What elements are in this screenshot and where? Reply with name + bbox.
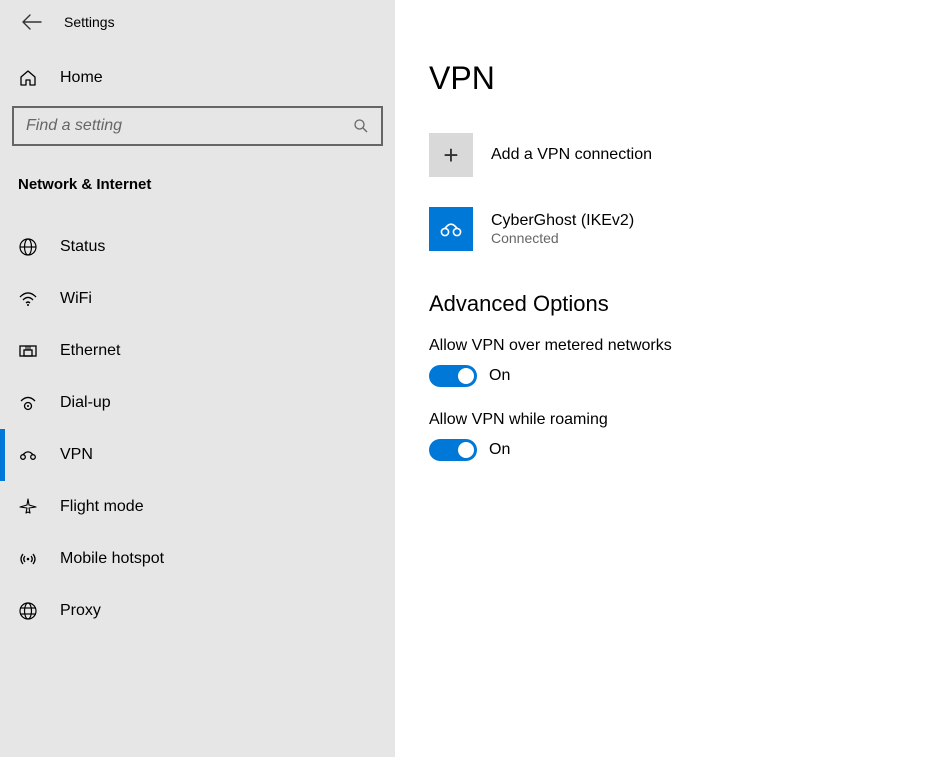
nav-label: WiFi	[60, 290, 92, 308]
vpn-connection-name: CyberGhost (IKEv2)	[491, 212, 634, 230]
plus-icon: +	[429, 133, 473, 177]
vpn-icon	[18, 445, 38, 465]
nav-label: Dial-up	[60, 394, 111, 412]
vpn-connection-status: Connected	[491, 230, 634, 246]
toggle-row-metered: On	[429, 365, 908, 387]
toggle-roaming[interactable]	[429, 439, 477, 461]
home-label: Home	[60, 69, 103, 87]
nav-label: Ethernet	[60, 342, 120, 360]
nav-label: Mobile hotspot	[60, 550, 164, 568]
toggle-state-metered: On	[489, 367, 510, 385]
toggle-metered[interactable]	[429, 365, 477, 387]
vpn-connection-icon	[429, 207, 473, 251]
back-arrow-icon[interactable]	[22, 14, 42, 30]
vpn-connection-text: CyberGhost (IKEv2) Connected	[491, 212, 634, 246]
option-label-roaming: Allow VPN while roaming	[429, 411, 908, 429]
wifi-icon	[18, 289, 38, 309]
nav-label: Flight mode	[60, 498, 144, 516]
search-icon	[353, 118, 369, 134]
dialup-icon	[18, 393, 38, 413]
flight-mode-icon	[18, 497, 38, 517]
home-icon	[18, 68, 38, 88]
hotspot-icon	[18, 549, 38, 569]
sidebar-item-wifi[interactable]: WiFi	[0, 273, 395, 325]
sidebar-header: Settings	[0, 8, 395, 46]
sidebar: Settings Home Network & Internet Status …	[0, 0, 395, 757]
sidebar-item-ethernet[interactable]: Ethernet	[0, 325, 395, 377]
nav-label: VPN	[60, 446, 93, 464]
toggle-state-roaming: On	[489, 441, 510, 459]
search-box[interactable]	[12, 106, 383, 146]
app-title: Settings	[64, 14, 115, 30]
sidebar-item-dialup[interactable]: Dial-up	[0, 377, 395, 429]
page-title: VPN	[429, 60, 908, 97]
sidebar-item-vpn[interactable]: VPN	[0, 429, 395, 481]
search-wrap	[12, 106, 383, 146]
sidebar-nav: Status WiFi Ethernet Dial-up VPN	[0, 221, 395, 637]
vpn-connection-item[interactable]: CyberGhost (IKEv2) Connected	[429, 207, 908, 251]
category-title: Network & Internet	[0, 166, 395, 207]
sidebar-item-status[interactable]: Status	[0, 221, 395, 273]
sidebar-item-home[interactable]: Home	[0, 46, 395, 106]
nav-label: Status	[60, 238, 105, 256]
proxy-icon	[18, 601, 38, 621]
add-vpn-button[interactable]: + Add a VPN connection	[429, 133, 908, 177]
globe-icon	[18, 237, 38, 257]
sidebar-item-proxy[interactable]: Proxy	[0, 585, 395, 637]
main-content: VPN + Add a VPN connection CyberGhost (I…	[395, 0, 942, 757]
toggle-row-roaming: On	[429, 439, 908, 461]
add-vpn-label: Add a VPN connection	[491, 146, 652, 164]
option-label-metered: Allow VPN over metered networks	[429, 337, 908, 355]
ethernet-icon	[18, 341, 38, 361]
sidebar-item-flightmode[interactable]: Flight mode	[0, 481, 395, 533]
sidebar-item-hotspot[interactable]: Mobile hotspot	[0, 533, 395, 585]
search-input[interactable]	[26, 117, 353, 135]
nav-label: Proxy	[60, 602, 101, 620]
advanced-options-title: Advanced Options	[429, 291, 908, 317]
